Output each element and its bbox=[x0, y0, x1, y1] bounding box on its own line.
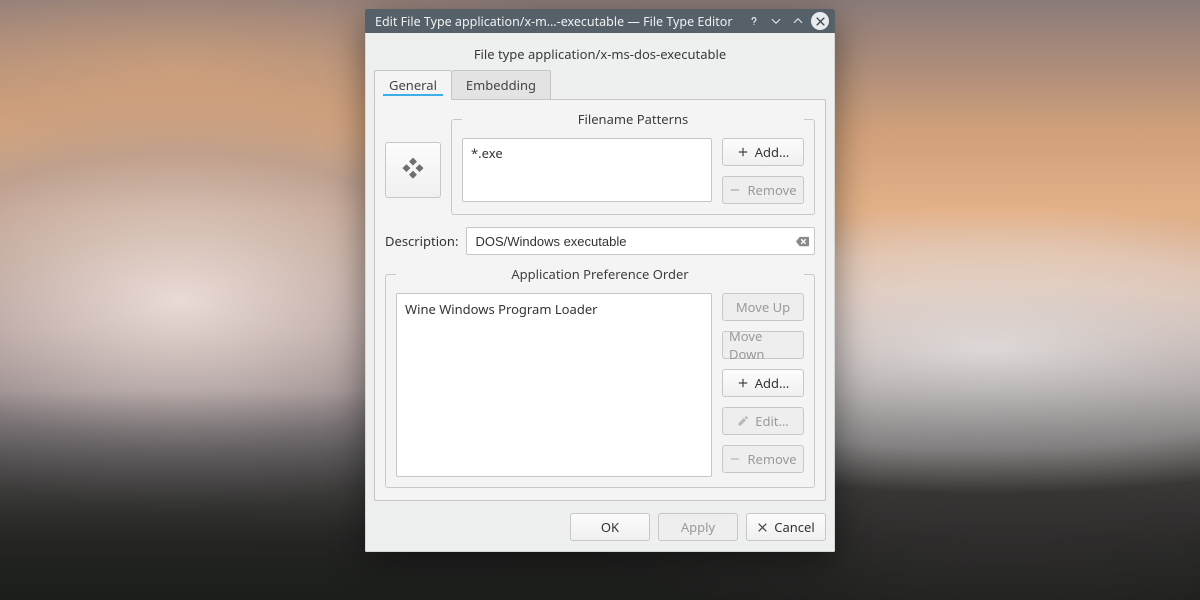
description-input[interactable] bbox=[466, 227, 815, 255]
chevron-down-icon bbox=[770, 15, 782, 27]
close-button[interactable] bbox=[811, 12, 829, 30]
filename-pattern-item[interactable]: *.exe bbox=[469, 143, 705, 163]
chevron-up-icon bbox=[792, 15, 804, 27]
pattern-add-button[interactable]: Add… bbox=[722, 138, 804, 166]
ok-label: OK bbox=[601, 518, 619, 536]
ok-button[interactable]: OK bbox=[570, 513, 650, 541]
description-clear-button[interactable] bbox=[793, 232, 811, 250]
move-down-button[interactable]: Move Down bbox=[722, 331, 804, 359]
apply-button[interactable]: Apply bbox=[658, 513, 738, 541]
description-input-wrap bbox=[466, 227, 815, 255]
app-preference-legend: Application Preference Order bbox=[396, 265, 804, 283]
pattern-add-label: Add… bbox=[755, 143, 790, 161]
cancel-label: Cancel bbox=[774, 518, 814, 536]
description-label: Description: bbox=[385, 232, 458, 250]
app-remove-button[interactable]: Remove bbox=[722, 445, 804, 473]
app-preference-item[interactable]: Wine Windows Program Loader bbox=[403, 298, 705, 320]
titlebar[interactable]: Edit File Type application/x-m…-executab… bbox=[365, 9, 835, 33]
minimize-button[interactable] bbox=[767, 12, 785, 30]
minus-icon bbox=[729, 184, 741, 196]
tab-general-label: General bbox=[389, 76, 437, 94]
plus-icon bbox=[737, 146, 749, 158]
clear-icon bbox=[795, 234, 810, 249]
app-remove-label: Remove bbox=[747, 450, 796, 468]
move-up-button[interactable]: Move Up bbox=[722, 293, 804, 321]
dialog-window: Edit File Type application/x-m…-executab… bbox=[365, 9, 835, 552]
close-icon bbox=[757, 522, 768, 533]
active-tab-indicator bbox=[383, 94, 443, 96]
file-type-icon-button[interactable] bbox=[385, 142, 441, 198]
page-title: File type application/x-ms-dos-executabl… bbox=[374, 45, 826, 63]
pattern-remove-button[interactable]: Remove bbox=[722, 176, 804, 204]
move-down-label: Move Down bbox=[729, 327, 797, 363]
executable-icon bbox=[398, 155, 428, 185]
tab-panel-general: Filename Patterns *.exe Add… bbox=[374, 99, 826, 501]
tab-general[interactable]: General bbox=[374, 70, 452, 100]
filename-patterns-legend: Filename Patterns bbox=[462, 110, 804, 128]
app-add-button[interactable]: Add… bbox=[722, 369, 804, 397]
app-edit-button[interactable]: Edit… bbox=[722, 407, 804, 435]
filename-patterns-list[interactable]: *.exe bbox=[462, 138, 712, 202]
help-button[interactable] bbox=[745, 12, 763, 30]
question-icon bbox=[748, 15, 760, 27]
maximize-button[interactable] bbox=[789, 12, 807, 30]
desktop-wallpaper: Edit File Type application/x-m…-executab… bbox=[0, 0, 1200, 600]
pattern-remove-label: Remove bbox=[747, 181, 796, 199]
app-add-label: Add… bbox=[755, 374, 790, 392]
tab-embedding[interactable]: Embedding bbox=[452, 70, 551, 100]
tab-embedding-label: Embedding bbox=[466, 76, 536, 94]
close-icon bbox=[815, 16, 826, 27]
dialog-buttonbox: OK Apply Cancel bbox=[374, 513, 826, 541]
app-preference-group: Application Preference Order Wine Window… bbox=[385, 265, 815, 488]
cancel-button[interactable]: Cancel bbox=[746, 513, 826, 541]
plus-icon bbox=[737, 377, 749, 389]
app-edit-label: Edit… bbox=[755, 412, 789, 430]
tabbar: General Embedding bbox=[374, 73, 826, 100]
window-body: File type application/x-ms-dos-executabl… bbox=[365, 33, 835, 552]
window-title: Edit File Type application/x-m…-executab… bbox=[375, 13, 741, 30]
filename-patterns-group: Filename Patterns *.exe Add… bbox=[451, 110, 815, 215]
apply-label: Apply bbox=[681, 518, 715, 536]
minus-icon bbox=[729, 453, 741, 465]
move-up-label: Move Up bbox=[736, 298, 790, 316]
app-preference-list[interactable]: Wine Windows Program Loader bbox=[396, 293, 712, 477]
pencil-icon bbox=[737, 415, 749, 427]
